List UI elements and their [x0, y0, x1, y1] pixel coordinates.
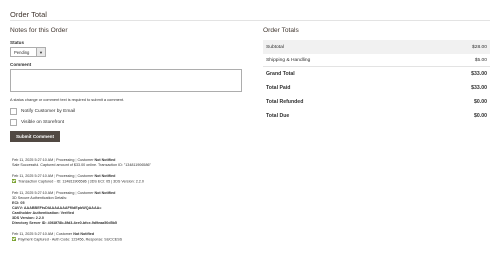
history-customer-state: Not Notified	[73, 231, 95, 236]
totals-row-total-refunded: Total Refunded $0.00	[266, 99, 487, 105]
notify-customer-row[interactable]: Notify Customer by Email	[10, 107, 245, 115]
history-date: Feb 11, 2025	[12, 158, 34, 162]
history-customer-label: Customer	[56, 231, 73, 236]
history-entry: Feb 11, 2025 5:27:10 AM | Customer Not N…	[12, 232, 272, 243]
history-customer-label: Customer	[77, 158, 94, 162]
history-message: Directory Server ID: 4068f78b-8fd3-4ee0-…	[12, 220, 117, 225]
totals-table: Subtotal $28.00 Shipping & Handling $5.0…	[263, 40, 490, 123]
history-customer-label: Customer	[77, 190, 94, 195]
check-icon	[12, 236, 16, 241]
status-selected-value: Pending	[14, 49, 30, 55]
order-totals-section: Order Totals Subtotal $28.00 Shipping & …	[263, 26, 490, 123]
history-status: Processing	[56, 190, 75, 195]
notify-customer-label: Notify Customer by Email	[21, 108, 76, 114]
totals-row-grand-total: Grand Total $33.00	[266, 71, 487, 77]
history-message: Transaction Captured - ID: 134811906586 …	[12, 179, 272, 185]
notes-heading: Notes for this Order	[10, 27, 68, 34]
history-message: Payment Captured - Auth Code: 123456, Re…	[12, 236, 272, 243]
visible-storefront-label: Visible on Storefront	[21, 119, 65, 125]
history-customer-state: Not Notified	[94, 158, 116, 162]
history-entry: Feb 11, 2025 5:27:10 AM | Processing | C…	[12, 191, 272, 226]
history-status: Processing	[56, 158, 75, 162]
history-time: 5:27:10 AM	[34, 190, 54, 195]
history-entry: Feb 11, 2025 5:27:10 AM | Processing | C…	[12, 158, 272, 168]
status-select[interactable]: Pending ▼	[10, 47, 46, 57]
history-date: Feb 11, 2025	[12, 174, 34, 178]
history-date: Feb 11, 2025	[12, 231, 34, 236]
history-status: Processing	[56, 174, 75, 178]
status-label: Status	[10, 40, 25, 45]
notify-customer-checkbox[interactable]	[10, 107, 17, 115]
visible-storefront-checkbox[interactable]	[10, 118, 17, 126]
submit-comment-button[interactable]: Submit Comment	[10, 131, 60, 142]
notes-section: Notes for this Order Status Pending ▼ Co…	[10, 26, 245, 142]
comment-history: Feb 11, 2025 5:27:10 AM | Processing | C…	[12, 158, 272, 248]
chevron-down-icon[interactable]: ▼	[36, 48, 45, 56]
totals-row-subtotal: Subtotal $28.00	[263, 40, 490, 54]
history-message: Sale Successful. Captured amount of $33.…	[12, 163, 151, 167]
comment-label: Comment	[10, 62, 32, 67]
page-title: Order Total	[10, 10, 47, 19]
history-entry: Feb 11, 2025 5:27:10 AM | Processing | C…	[12, 174, 272, 185]
history-customer-state: Not Notified	[94, 174, 116, 178]
totals-row-total-paid: Total Paid $33.00	[266, 85, 487, 91]
order-totals-heading: Order Totals	[263, 27, 299, 34]
title-divider	[10, 20, 490, 21]
totals-row-total-due: Total Due $0.00	[266, 113, 487, 119]
history-time: 5:27:10 AM	[34, 158, 54, 162]
comment-textarea[interactable]	[10, 69, 242, 92]
comment-note: A status change or comment text is requi…	[10, 97, 125, 102]
totals-row-shipping: Shipping & Handling $5.00	[263, 54, 490, 67]
history-customer-label: Customer	[77, 174, 94, 178]
history-time: 5:27:10 AM	[34, 231, 54, 236]
visible-storefront-row[interactable]: Visible on Storefront	[10, 118, 245, 126]
history-date: Feb 11, 2025	[12, 190, 34, 195]
history-time: 5:27:10 AM	[34, 174, 54, 178]
history-customer-state: Not Notified	[94, 190, 116, 195]
check-icon	[12, 179, 16, 183]
